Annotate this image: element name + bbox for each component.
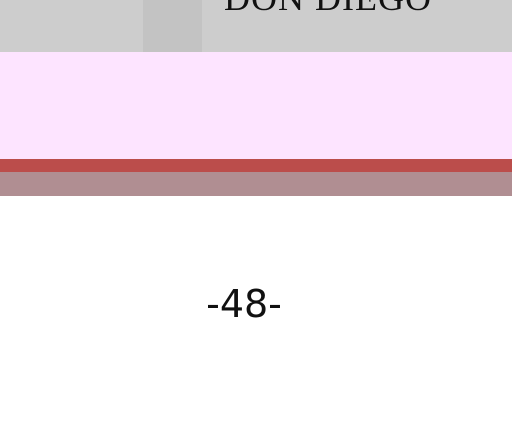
header-shade-column	[143, 0, 202, 52]
red-divider-stripe	[0, 159, 512, 172]
header-title-fragment: DON DIEGO	[224, 0, 432, 18]
mauve-divider-stripe	[0, 172, 512, 196]
top-header-band: DON DIEGO	[0, 0, 512, 52]
pink-banner	[0, 52, 512, 159]
page-number: -48-	[206, 282, 282, 326]
